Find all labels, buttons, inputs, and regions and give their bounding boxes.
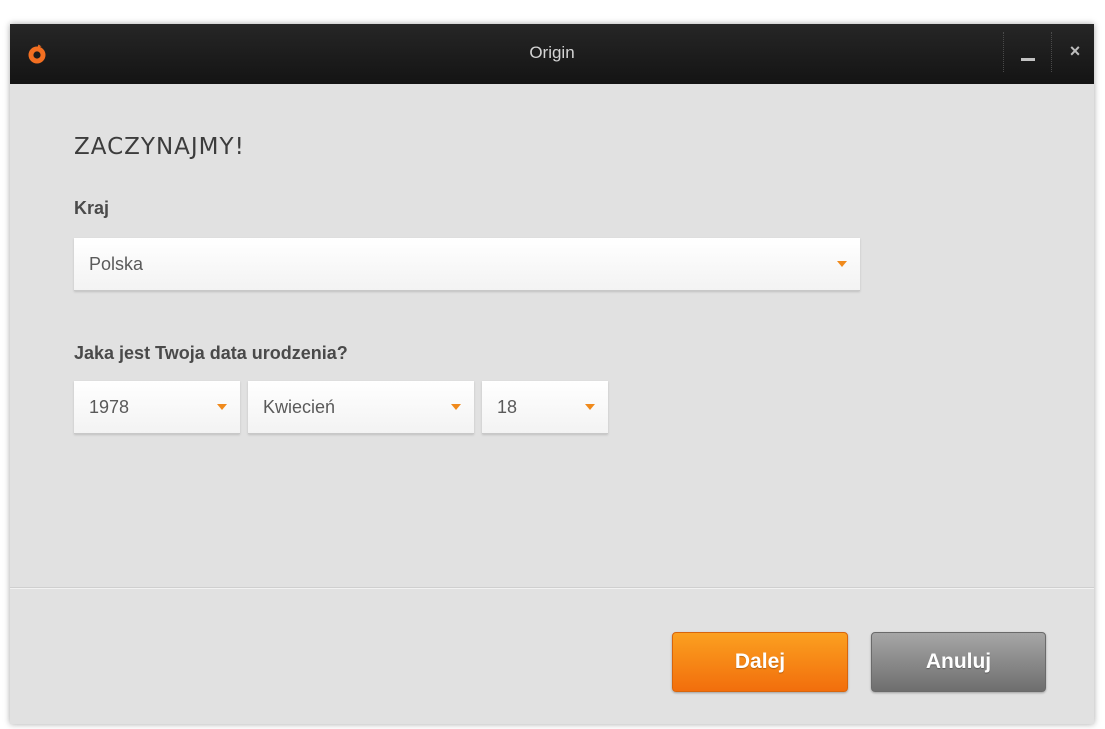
cancel-button[interactable]: Anuluj [871, 632, 1046, 692]
next-button[interactable]: Dalej [672, 632, 848, 692]
window-title: Origin [529, 43, 575, 62]
birthdate-label: Jaka jest Twoja data urodzenia? [74, 343, 348, 363]
minimize-icon [1021, 58, 1035, 61]
title-bar-divider [1003, 32, 1004, 72]
day-value: 18 [497, 397, 518, 417]
origin-window: Origin × ZACZYNAJMY! Kraj Polska Jaka je… [10, 24, 1094, 724]
button-bar: Dalej Anuluj [10, 587, 1094, 724]
close-icon: × [1069, 41, 1081, 61]
chevron-down-icon [585, 404, 595, 410]
day-select[interactable]: 18 [482, 381, 608, 434]
chevron-down-icon [837, 261, 847, 267]
country-value: Polska [89, 254, 144, 274]
year-select[interactable]: 1978 [74, 381, 240, 434]
country-label: Kraj [74, 198, 110, 218]
title-bar-divider [1051, 32, 1052, 72]
chevron-down-icon [451, 404, 461, 410]
close-button[interactable]: × [1060, 36, 1090, 70]
title-bar[interactable]: Origin × [10, 24, 1094, 84]
chevron-down-icon [217, 404, 227, 410]
page-title: ZACZYNAJMY! [74, 134, 245, 160]
year-value: 1978 [89, 397, 130, 417]
month-value: Kwiecień [263, 397, 336, 417]
form-panel: ZACZYNAJMY! Kraj Polska Jaka jest Twoja … [10, 84, 1094, 587]
minimize-button[interactable] [1013, 36, 1043, 70]
country-select[interactable]: Polska [74, 238, 860, 291]
month-select[interactable]: Kwiecień [248, 381, 474, 434]
